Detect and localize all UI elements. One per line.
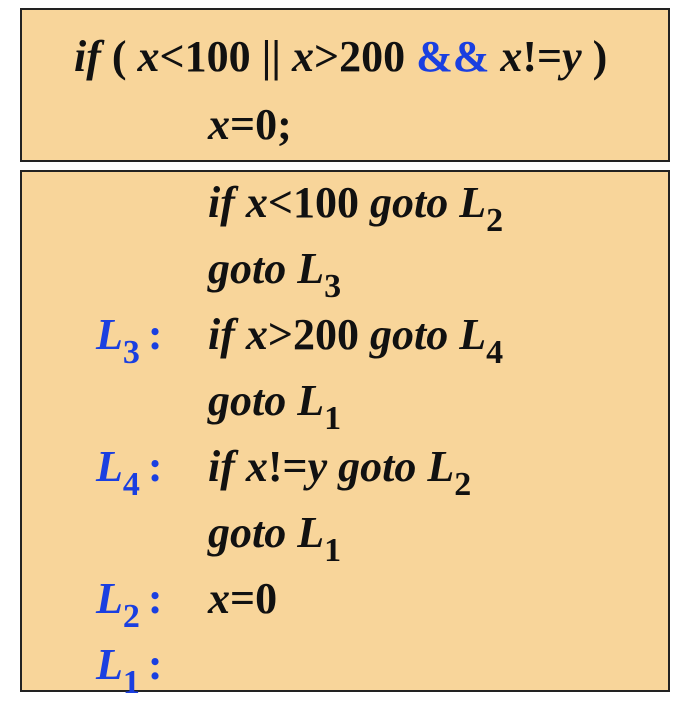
label-colon: : <box>147 640 163 689</box>
label-subscript: 1 <box>122 664 140 701</box>
code-line-5: if x!=y goto L2 <box>208 442 471 502</box>
code-line-3: if x>200 goto L4 <box>208 310 503 370</box>
condition-lt-or: <100 || <box>159 32 292 81</box>
code-token: x <box>245 310 268 359</box>
source-if-line: if ( x<100 || x>200 && x!=y ) <box>74 32 607 82</box>
code-token: x <box>208 574 230 623</box>
source-assign-line: x=0; <box>208 100 292 150</box>
label-L4: L4: <box>96 442 163 502</box>
code-token: <100 <box>267 178 370 227</box>
code-token: != <box>267 442 308 491</box>
var-x: x <box>137 32 160 81</box>
target-subscript: 1 <box>324 400 342 437</box>
target-subscript: 1 <box>324 532 342 569</box>
code-line-4: goto L1 <box>208 376 341 436</box>
var-y: y <box>562 32 582 81</box>
label-colon: : <box>147 574 163 623</box>
code-line-1: if x<100 goto L2 <box>208 178 503 238</box>
code-token: goto L <box>369 310 487 359</box>
close-paren: ) <box>581 32 608 81</box>
label-L1: L1: <box>96 640 163 700</box>
code-token: goto L <box>338 442 455 491</box>
source-code-box: if ( x<100 || x>200 && x!=y ) x=0; <box>20 8 670 162</box>
code-token: x <box>245 178 268 227</box>
not-equal-op: != <box>522 32 563 81</box>
target-subscript: 2 <box>454 466 472 503</box>
and-operator: && <box>416 32 490 81</box>
condition-gt: >200 <box>314 32 417 81</box>
assign-zero: =0; <box>230 100 292 149</box>
code-token: goto L <box>208 244 325 293</box>
target-subscript: 2 <box>486 202 504 239</box>
three-address-code-box: if x<100 goto L2 goto L3 L3: if x>200 goto … <box>20 170 670 700</box>
label-letter: L <box>96 310 123 359</box>
var-x: x <box>489 32 523 81</box>
code-line-2: goto L3 <box>208 244 341 304</box>
label-colon: : <box>147 442 163 491</box>
code-token: if <box>208 442 246 491</box>
label-colon: : <box>147 310 163 359</box>
code-token: y <box>307 442 339 491</box>
code-token: =0 <box>230 574 278 623</box>
code-token: goto L <box>208 508 325 557</box>
label-subscript: 4 <box>122 466 140 503</box>
code-line-7: x=0 <box>208 574 277 624</box>
label-letter: L <box>96 640 123 689</box>
label-letter: L <box>96 574 123 623</box>
code-token: >200 <box>267 310 370 359</box>
code-token: if <box>208 310 246 359</box>
label-subscript: 2 <box>122 598 140 635</box>
label-letter: L <box>96 442 123 491</box>
target-subscript: 3 <box>324 268 342 305</box>
label-L2: L2: <box>96 574 163 634</box>
code-token: x <box>245 442 268 491</box>
var-x: x <box>292 32 314 81</box>
code-token: goto L <box>369 178 487 227</box>
code-token: if <box>208 178 246 227</box>
code-line-6: goto L1 <box>208 508 341 568</box>
label-subscript: 3 <box>122 334 140 371</box>
target-subscript: 4 <box>486 334 504 371</box>
if-keyword: if <box>74 32 101 81</box>
label-L3: L3: <box>96 310 163 370</box>
code-token: goto L <box>208 376 325 425</box>
open-paren: ( <box>100 32 138 81</box>
var-x: x <box>208 100 230 149</box>
